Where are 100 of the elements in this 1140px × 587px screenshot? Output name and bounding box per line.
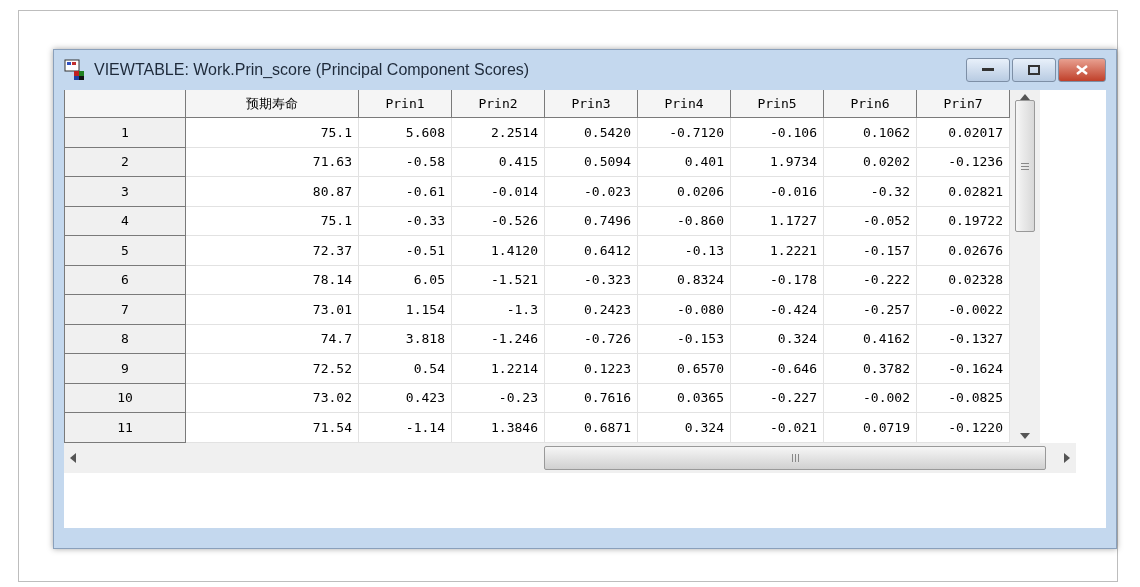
table-cell: 72.37 bbox=[185, 235, 359, 265]
table-cell: -0.323 bbox=[544, 265, 638, 295]
table-cell: -0.23 bbox=[451, 383, 545, 413]
table-cell: 0.7616 bbox=[544, 383, 638, 413]
table-cell: -0.1236 bbox=[916, 147, 1010, 177]
row-header[interactable]: 4 bbox=[64, 206, 186, 236]
table-cell: 0.5094 bbox=[544, 147, 638, 177]
table-cell: 71.54 bbox=[185, 412, 359, 442]
up-arrow-icon bbox=[1020, 94, 1030, 100]
table-cell: 0.19722 bbox=[916, 206, 1010, 236]
table-cell: 71.63 bbox=[185, 147, 359, 177]
table-cell: 1.3846 bbox=[451, 412, 545, 442]
table-cell: -0.526 bbox=[451, 206, 545, 236]
table-cell: 80.87 bbox=[185, 176, 359, 206]
grip-icon bbox=[791, 453, 799, 462]
table-cell: -1.521 bbox=[451, 265, 545, 295]
table-cell: 1.4120 bbox=[451, 235, 545, 265]
horizontal-scrollbar[interactable] bbox=[64, 442, 1076, 473]
table-cell: 73.01 bbox=[185, 294, 359, 324]
table-cell: 0.2423 bbox=[544, 294, 638, 324]
table-cell: 0.401 bbox=[637, 147, 731, 177]
minimize-icon bbox=[982, 68, 994, 72]
row-header[interactable]: 7 bbox=[64, 294, 186, 324]
table-cell: 2.2514 bbox=[451, 117, 545, 147]
row-header[interactable]: 5 bbox=[64, 235, 186, 265]
window-title: VIEWTABLE: Work.Prin_score (Principal Component Scores) bbox=[94, 61, 531, 79]
table-cell: -0.61 bbox=[358, 176, 452, 206]
table-cell: 0.5420 bbox=[544, 117, 638, 147]
table-cell: 0.324 bbox=[730, 324, 824, 354]
table-cell: 1.2214 bbox=[451, 353, 545, 383]
table-cell: 0.6412 bbox=[544, 235, 638, 265]
table-cell: 0.6871 bbox=[544, 412, 638, 442]
table-cell: -0.1220 bbox=[916, 412, 1010, 442]
table-cell: 0.54 bbox=[358, 353, 452, 383]
table-cell: -0.13 bbox=[637, 235, 731, 265]
table-cell: 72.52 bbox=[185, 353, 359, 383]
table-cell: -0.153 bbox=[637, 324, 731, 354]
row-header[interactable]: 8 bbox=[64, 324, 186, 354]
table-cell: 73.02 bbox=[185, 383, 359, 413]
table-cell: 74.7 bbox=[185, 324, 359, 354]
table-cell: 0.324 bbox=[637, 412, 731, 442]
row-header[interactable]: 11 bbox=[64, 412, 186, 442]
column-header[interactable]: 预期寿命 bbox=[185, 90, 359, 118]
table-cell: 0.7496 bbox=[544, 206, 638, 236]
table-cell: -0.646 bbox=[730, 353, 824, 383]
right-arrow-icon bbox=[1064, 452, 1070, 463]
row-header[interactable]: 2 bbox=[64, 147, 186, 177]
table-cell: 0.1223 bbox=[544, 353, 638, 383]
table-cell: -1.246 bbox=[451, 324, 545, 354]
table-cell: -0.860 bbox=[637, 206, 731, 236]
table-cell: 3.818 bbox=[358, 324, 452, 354]
table-cell: -0.014 bbox=[451, 176, 545, 206]
maximize-button[interactable] bbox=[1012, 58, 1056, 82]
column-header[interactable]: Prin5 bbox=[730, 90, 824, 118]
down-arrow-icon bbox=[1020, 432, 1030, 439]
grip-icon bbox=[1021, 162, 1029, 170]
table-icon bbox=[64, 59, 86, 81]
column-header[interactable]: Prin1 bbox=[358, 90, 452, 118]
table-cell: 0.0206 bbox=[637, 176, 731, 206]
column-header[interactable]: Prin3 bbox=[544, 90, 638, 118]
table-cell: -1.14 bbox=[358, 412, 452, 442]
column-header[interactable]: Prin4 bbox=[637, 90, 731, 118]
table-cell: -0.1624 bbox=[916, 353, 1010, 383]
row-header[interactable]: 10 bbox=[64, 383, 186, 413]
table-cell: 1.2221 bbox=[730, 235, 824, 265]
table-cell: -0.157 bbox=[823, 235, 917, 265]
row-header[interactable]: 6 bbox=[64, 265, 186, 295]
vertical-scrollbar[interactable] bbox=[1010, 90, 1040, 443]
column-header[interactable]: Prin2 bbox=[451, 90, 545, 118]
table-cell: -0.016 bbox=[730, 176, 824, 206]
table-cell: 6.05 bbox=[358, 265, 452, 295]
table-cell: -0.726 bbox=[544, 324, 638, 354]
minimize-button[interactable] bbox=[966, 58, 1010, 82]
table-cell: -0.222 bbox=[823, 265, 917, 295]
table-cell: -0.0825 bbox=[916, 383, 1010, 413]
table-cell: 0.3782 bbox=[823, 353, 917, 383]
table-cell: 0.02328 bbox=[916, 265, 1010, 295]
column-header[interactable]: Prin6 bbox=[823, 90, 917, 118]
table-cell: 0.423 bbox=[358, 383, 452, 413]
table-cell: -0.023 bbox=[544, 176, 638, 206]
scroll-thumb[interactable] bbox=[1015, 100, 1035, 232]
row-header[interactable]: 1 bbox=[64, 117, 186, 147]
table-cell: -0.106 bbox=[730, 117, 824, 147]
row-header[interactable]: 9 bbox=[64, 353, 186, 383]
close-button[interactable] bbox=[1058, 58, 1106, 82]
scroll-thumb[interactable] bbox=[544, 445, 1046, 470]
table-cell: -0.021 bbox=[730, 412, 824, 442]
table-cell: -0.32 bbox=[823, 176, 917, 206]
table-cell: -0.257 bbox=[823, 294, 917, 324]
table-cell: -0.080 bbox=[637, 294, 731, 324]
table-cell: 0.1062 bbox=[823, 117, 917, 147]
row-header[interactable]: 3 bbox=[64, 176, 186, 206]
table-cell: -0.33 bbox=[358, 206, 452, 236]
table-cell: -0.052 bbox=[823, 206, 917, 236]
table-cell: 0.02676 bbox=[916, 235, 1010, 265]
column-header[interactable]: Prin7 bbox=[916, 90, 1010, 118]
table-cell: 0.4162 bbox=[823, 324, 917, 354]
table-cell: 78.14 bbox=[185, 265, 359, 295]
table-cell: -0.7120 bbox=[637, 117, 731, 147]
table-cell: 1.1727 bbox=[730, 206, 824, 236]
